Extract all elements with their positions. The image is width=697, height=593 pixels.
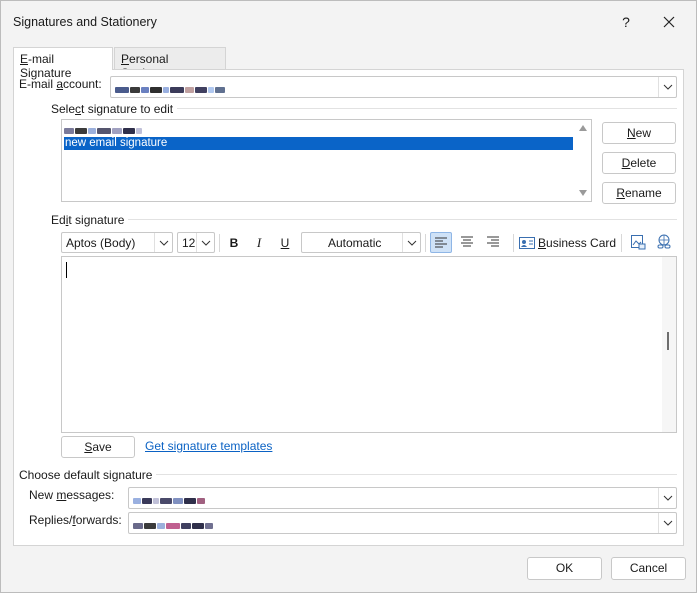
italic-button[interactable]: I (249, 233, 269, 253)
new-messages-label: New messages: (29, 488, 115, 502)
business-card-icon (519, 237, 535, 249)
align-right-icon (487, 236, 499, 247)
chevron-down-icon[interactable] (658, 77, 676, 97)
align-left-button[interactable] (430, 232, 452, 253)
get-templates-link[interactable]: Get signature templates (145, 439, 272, 453)
toolbar-separator (621, 234, 622, 252)
chevron-down-icon[interactable] (658, 488, 676, 508)
signature-list[interactable]: new email signature (61, 119, 592, 202)
chevron-down-icon[interactable] (154, 233, 172, 252)
font-name-select[interactable]: Aptos (Body) (61, 232, 173, 253)
signature-editor[interactable] (61, 256, 677, 433)
cancel-button[interactable]: Cancel (611, 557, 686, 580)
align-center-button[interactable] (456, 232, 478, 252)
chevron-down-icon[interactable] (196, 233, 214, 252)
align-left-icon (435, 237, 447, 248)
rename-button[interactable]: Rename (602, 182, 676, 204)
align-right-button[interactable] (482, 232, 504, 252)
redacted-account-value (115, 82, 226, 93)
redacted-signature-name (64, 125, 143, 135)
font-color-select[interactable]: Automatic (301, 232, 421, 253)
hyperlink-icon (657, 234, 671, 249)
save-button[interactable]: Save (61, 436, 135, 458)
list-item[interactable] (64, 124, 142, 137)
new-messages-select[interactable] (128, 487, 677, 509)
list-item-selected[interactable]: new email signature (64, 137, 573, 150)
redacted-replies-value (133, 518, 214, 529)
close-icon (663, 16, 675, 28)
scroll-down-icon[interactable] (579, 190, 587, 196)
underline-button[interactable]: U (275, 233, 295, 253)
help-icon: ? (622, 14, 630, 30)
dialog-title: Signatures and Stationery (13, 15, 157, 29)
text-caret (66, 262, 67, 278)
insert-hyperlink-button[interactable] (653, 232, 675, 252)
redacted-new-messages-value (133, 493, 206, 504)
tab-personal-stationery[interactable]: Personal Stationery (114, 47, 226, 80)
email-account-select[interactable] (110, 76, 677, 98)
toolbar-separator (513, 234, 514, 252)
ok-button[interactable]: OK (527, 557, 602, 580)
font-size-select[interactable]: 12 (177, 232, 215, 253)
scroll-up-icon[interactable] (579, 125, 587, 131)
replies-forwards-select[interactable] (128, 512, 677, 534)
toolbar-separator (425, 234, 426, 252)
help-button[interactable]: ? (613, 9, 639, 35)
replies-forwards-label: Replies/forwards: (29, 513, 122, 527)
signatures-dialog: Signatures and Stationery ? E-mail Signa… (0, 0, 697, 593)
divider (51, 219, 677, 220)
new-button[interactable]: New (602, 122, 676, 144)
list-scrollbar[interactable] (575, 120, 591, 201)
toolbar-separator (219, 234, 220, 252)
align-center-icon (461, 236, 473, 247)
picture-icon (631, 235, 646, 250)
title-bar: Signatures and Stationery ? (1, 1, 696, 41)
chevron-down-icon[interactable] (658, 513, 676, 533)
edit-signature-heading: Edit signature (51, 213, 129, 227)
bold-button[interactable]: B (224, 233, 244, 253)
business-card-button[interactable]: Business Card (519, 233, 617, 253)
insert-picture-button[interactable] (627, 232, 649, 252)
scroll-thumb[interactable] (667, 332, 669, 350)
editor-scrollbar[interactable] (662, 257, 676, 432)
default-signature-heading: Choose default signature (19, 468, 157, 482)
close-button[interactable] (655, 9, 683, 35)
chevron-down-icon[interactable] (402, 233, 420, 252)
delete-button[interactable]: Delete (602, 152, 676, 174)
select-signature-heading: Select signature to edit (51, 102, 178, 116)
tab-email-signature[interactable]: E-mail Signature (13, 47, 113, 80)
